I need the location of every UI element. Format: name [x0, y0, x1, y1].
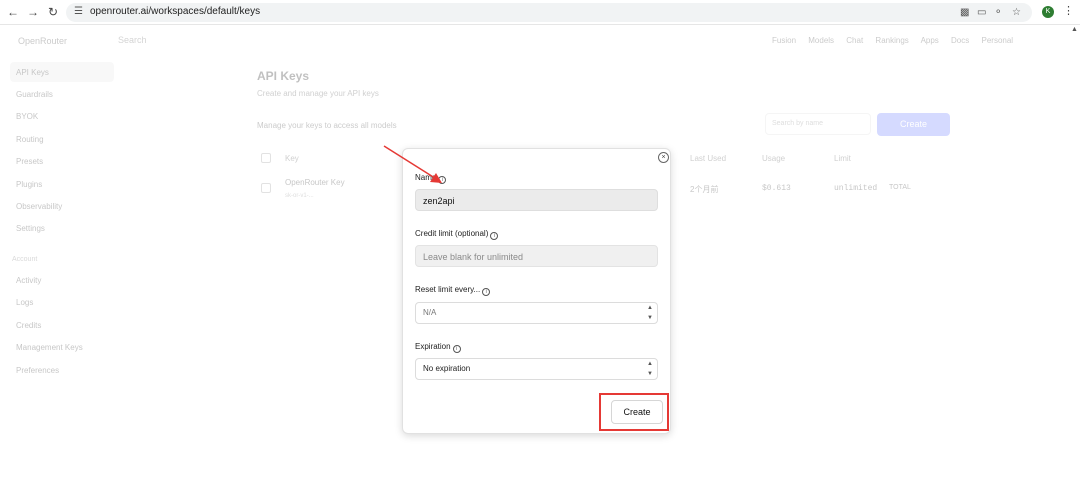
forward-icon[interactable]: →: [26, 5, 40, 19]
key-limit: unlimited: [834, 184, 878, 193]
column-header: Usage: [762, 154, 786, 163]
profile-avatar[interactable]: K: [1042, 6, 1054, 18]
brand-logo[interactable]: OpenRouter: [18, 36, 67, 46]
key-name[interactable]: OpenRouter Key: [285, 178, 345, 187]
top-nav: Fusion Models Chat Rankings Apps Docs Pe…: [772, 36, 1023, 45]
page-subtitle: Create and manage your API keys: [257, 89, 379, 98]
sidebar-item[interactable]: Management Keys: [16, 343, 83, 352]
sidebar-item[interactable]: Guardrails: [16, 90, 53, 99]
nav-link[interactable]: Docs: [951, 36, 969, 45]
manage-text: Manage your keys to access all models: [257, 121, 397, 130]
sidebar-item[interactable]: Credits: [16, 321, 41, 330]
highlight-box: [599, 393, 669, 431]
key-usage: $0.613: [762, 184, 791, 193]
credit-limit-label: Credit limit (optional) i: [415, 229, 499, 240]
nav-link[interactable]: Chat: [846, 36, 863, 45]
nav-link[interactable]: Apps: [921, 36, 939, 45]
annotation-arrow-icon: [383, 145, 442, 183]
nav-link[interactable]: Fusion: [772, 36, 796, 45]
chevron-updown-icon: ▲ ▼: [647, 305, 653, 321]
select-all-checkbox[interactable]: [261, 153, 271, 163]
reload-icon[interactable]: ↻: [46, 5, 60, 19]
expiration-label: Expiration i: [415, 342, 461, 353]
key-search-input[interactable]: Search by name: [765, 113, 871, 135]
column-header: Key: [285, 154, 299, 163]
search-input[interactable]: Search: [104, 32, 234, 48]
page-title: API Keys: [257, 69, 310, 83]
address-bar[interactable]: ☰ openrouter.ai/workspaces/default/keys …: [66, 3, 1032, 22]
kebab-icon[interactable]: ⋮: [1063, 4, 1074, 17]
back-icon[interactable]: ←: [6, 5, 20, 19]
close-icon[interactable]: ×: [658, 152, 669, 163]
row-checkbox[interactable]: [261, 183, 271, 193]
info-icon[interactable]: i: [452, 345, 461, 353]
expiration-select[interactable]: No expiration ▲ ▼: [415, 358, 658, 380]
site-info-icon[interactable]: ☰: [74, 6, 83, 17]
url-text: openrouter.ai/workspaces/default/keys: [90, 6, 261, 17]
sidebar-item[interactable]: Settings: [16, 224, 45, 233]
key-limit-type: TOTAL: [889, 184, 911, 191]
sidebar-item[interactable]: Presets: [16, 157, 43, 166]
star-icon[interactable]: ☆: [1012, 7, 1021, 18]
info-icon[interactable]: i: [482, 288, 491, 296]
column-header: Last Used: [690, 154, 727, 163]
translate-icon[interactable]: ▩: [960, 7, 969, 18]
browser-toolbar: ← → ↻ ☰ openrouter.ai/workspaces/default…: [0, 0, 1080, 25]
sidebar-item[interactable]: BYOK: [16, 112, 38, 121]
nav-link[interactable]: Models: [808, 36, 834, 45]
name-input[interactable]: zen2api: [415, 189, 658, 211]
nav-link[interactable]: Personal: [982, 36, 1014, 45]
chevron-updown-icon: ▲ ▼: [647, 361, 653, 377]
sidebar-group-label: Account: [12, 256, 38, 263]
nav-link[interactable]: Rankings: [875, 36, 908, 45]
cast-icon[interactable]: ▭: [977, 7, 986, 18]
passwords-icon[interactable]: ⚬: [994, 7, 1002, 18]
column-header: Limit: [834, 154, 851, 163]
credit-limit-input[interactable]: Leave blank for unlimited: [415, 245, 658, 267]
reset-limit-select[interactable]: N/A ▲ ▼: [415, 302, 658, 324]
key-last-used: 2个月前: [690, 185, 719, 194]
sidebar-item[interactable]: Plugins: [16, 180, 42, 189]
info-icon[interactable]: i: [490, 232, 499, 240]
key-prefix: sk-or-v1-...: [285, 193, 314, 199]
reset-limit-label: Reset limit every... i: [415, 285, 491, 296]
sidebar-item[interactable]: Logs: [16, 298, 33, 307]
sidebar-item[interactable]: Routing: [16, 135, 44, 144]
sidebar-item[interactable]: Activity: [16, 276, 41, 285]
create-key-button[interactable]: Create: [877, 113, 950, 136]
sidebar-item-api-keys[interactable]: API Keys: [10, 62, 114, 82]
sidebar-item[interactable]: Observability: [16, 202, 62, 211]
sidebar-item[interactable]: Preferences: [16, 366, 59, 375]
